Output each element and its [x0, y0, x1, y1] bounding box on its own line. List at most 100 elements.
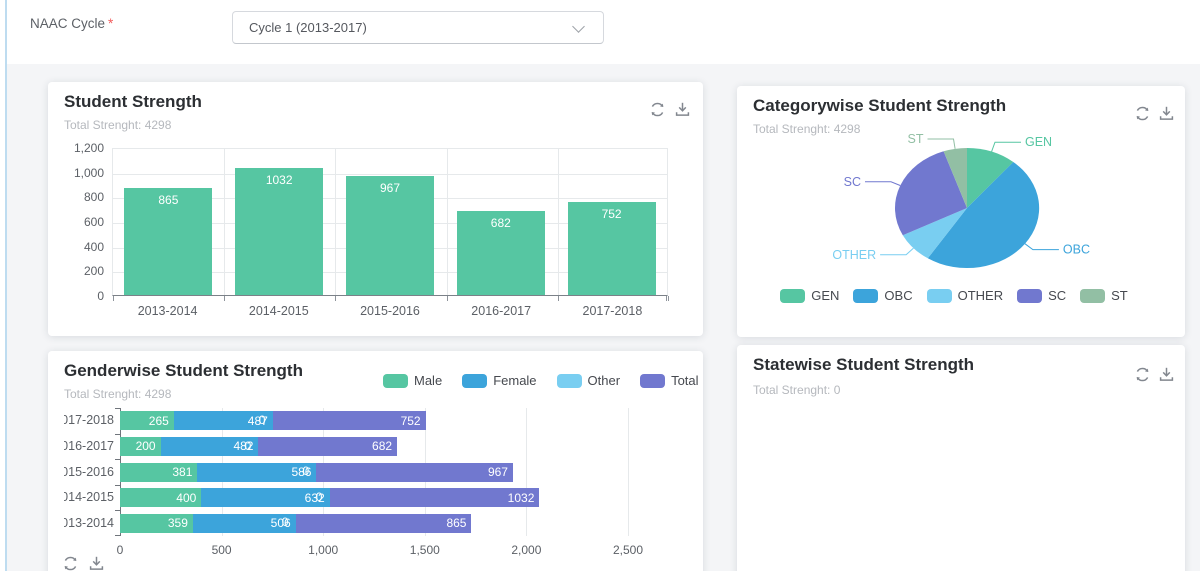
stacked-bar[interactable]: 265487752 [120, 411, 426, 430]
legend-item-Female[interactable]: Female [462, 373, 536, 388]
legend-item-SC[interactable]: SC [1017, 288, 1066, 303]
categorywise-title: Categorywise Student Strength [753, 96, 1006, 116]
bar-value-label: 1032 [235, 173, 323, 187]
refresh-icon[interactable] [649, 101, 666, 118]
left-accent-line [5, 0, 7, 571]
pie-callout-label-OBC: OBC [1063, 243, 1090, 257]
segment-value-label: 400 [176, 491, 196, 505]
y-axis-label-text: 2015-2016 [64, 465, 114, 479]
y-axis-label: 1,000 [48, 166, 104, 180]
segment-total[interactable]: 967 [316, 463, 513, 482]
legend-swatch [780, 289, 805, 303]
stacked-bar[interactable]: 359506 865 [120, 514, 471, 533]
segment-value-label: 752 [401, 414, 421, 428]
x-axis-label: 2017-2018 [557, 304, 668, 318]
naac-cycle-label: NAAC Cycle* [30, 16, 113, 31]
segment-female[interactable]: 506 [193, 514, 296, 533]
segment-total[interactable]: 682 [258, 437, 397, 456]
dashboard-page: NAAC Cycle* Cycle 1 (2013-2017) Student … [0, 0, 1200, 571]
download-icon[interactable] [674, 101, 691, 118]
x-axis-tick [335, 296, 336, 301]
download-icon[interactable] [88, 555, 105, 571]
segment-male[interactable]: 265 [120, 411, 174, 430]
legend-item-Other[interactable]: Other [557, 373, 621, 388]
legend-label: Other [588, 373, 621, 388]
segment-total[interactable]: 752 [273, 411, 426, 430]
legend-item-Total[interactable]: Total [640, 373, 698, 388]
genderwise-card: Genderwise Student Strength Total Streng… [48, 351, 703, 571]
segment-female[interactable]: 586 [197, 463, 316, 482]
segment-value-label: 265 [149, 414, 169, 428]
required-asterisk: * [108, 16, 113, 31]
bar-band: 967 [335, 149, 446, 295]
legend-swatch [1017, 289, 1042, 303]
legend-item-GEN[interactable]: GEN [780, 288, 839, 303]
refresh-icon[interactable] [1134, 105, 1151, 122]
bar-plot-area: 865 1032 967 682 752 [112, 148, 668, 296]
legend-item-OTHER[interactable]: OTHER [927, 288, 1004, 303]
gender-plot-area: 2654877520200482682038158696704006321032… [120, 408, 628, 536]
y-axis-label: 2017-2018 [64, 413, 114, 428]
download-icon[interactable] [1158, 105, 1175, 122]
pie-callout-label-ST: ST [908, 132, 924, 146]
legend-item-OBC[interactable]: OBC [853, 288, 912, 303]
student-strength-total: Total Strenght: 4298 [64, 118, 171, 132]
stacked-bar[interactable]: 400 632 1032 [120, 488, 539, 507]
y-axis-label: 0 [48, 289, 104, 303]
pie-label-line [880, 248, 913, 255]
gender-row-2016-2017: 2004826820 [120, 434, 628, 460]
y-axis-label: 1,200 [48, 141, 104, 155]
download-icon[interactable] [1158, 366, 1175, 383]
refresh-icon[interactable] [62, 555, 79, 571]
gender-row-2013-2014: 3595068650 [120, 510, 628, 536]
segment-other-zero-label: 0 [245, 439, 252, 453]
bar-value-label: 865 [124, 193, 212, 207]
bar-value-label: 682 [457, 216, 545, 230]
legend-item-ST[interactable]: ST [1080, 288, 1128, 303]
x-axis-label: 2015-2016 [334, 304, 445, 318]
segment-female[interactable]: 632 [201, 488, 329, 507]
segment-male[interactable]: 359 [120, 514, 193, 533]
stacked-bar[interactable]: 200482682 [120, 437, 397, 456]
stacked-bar[interactable]: 381586 967 [120, 463, 513, 482]
legend-label: SC [1048, 288, 1066, 303]
y-axis-label: 2015-2016 [64, 465, 114, 480]
legend-label: OBC [884, 288, 912, 303]
refresh-icon[interactable] [1134, 366, 1151, 383]
segment-total[interactable]: 865 [296, 514, 472, 533]
bar-2013-2014[interactable]: 865 [124, 188, 212, 295]
pie-label-line [1025, 244, 1059, 250]
y-axis-label-text: 2014-2015 [64, 490, 114, 504]
segment-male[interactable]: 400 [120, 488, 201, 507]
segment-male[interactable]: 200 [120, 437, 161, 456]
segment-value-label: 967 [488, 465, 508, 479]
legend-swatch [640, 374, 665, 388]
bar-2017-2018[interactable]: 752 [568, 202, 656, 295]
y-axis-label-text: 2017-2018 [64, 413, 114, 427]
bar-band: 1032 [224, 149, 335, 295]
y-axis-label: 2014-2015 [64, 490, 114, 505]
pie-label-line [865, 182, 900, 186]
legend-swatch [853, 289, 878, 303]
x-axis-tick [558, 296, 559, 301]
bar-value-label: 967 [346, 181, 434, 195]
y-axis-label: 600 [48, 215, 104, 229]
student-strength-title: Student Strength [64, 92, 202, 112]
x-axis-label: 1,500 [390, 543, 460, 557]
legend-item-Male[interactable]: Male [383, 373, 442, 388]
segment-value-label: 865 [446, 516, 466, 530]
segment-male[interactable]: 381 [120, 463, 197, 482]
segment-value-label: 682 [372, 439, 392, 453]
bar-2016-2017[interactable]: 682 [457, 211, 545, 295]
naac-cycle-select[interactable]: Cycle 1 (2013-2017) [232, 11, 604, 44]
legend-swatch [462, 374, 487, 388]
x-axis-tick [113, 296, 114, 301]
bar-2014-2015[interactable]: 1032 [235, 168, 323, 295]
segment-total[interactable]: 1032 [330, 488, 540, 507]
segment-value-label: 1032 [508, 491, 535, 505]
legend-swatch [383, 374, 408, 388]
bar-2015-2016[interactable]: 967 [346, 176, 434, 295]
pie-callout-label-SC: SC [844, 175, 861, 189]
statewise-card: Statewise Student Strength Total Strengh… [737, 345, 1185, 571]
categorywise-card: Categorywise Student Strength Total Stre… [737, 86, 1185, 337]
